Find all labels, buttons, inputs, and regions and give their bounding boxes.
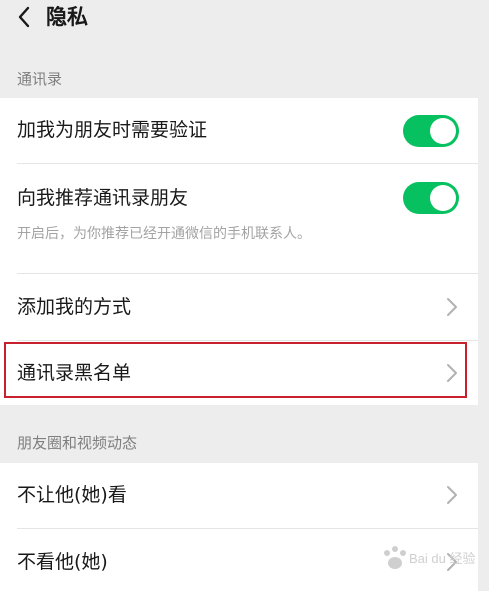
setting-label-blacklist: 通讯录黑名单 bbox=[17, 362, 132, 384]
recommend-toggle[interactable] bbox=[403, 182, 459, 214]
section-header-moments: 朋友圈和视频动态 bbox=[17, 434, 138, 452]
chevron-right-icon bbox=[447, 298, 457, 316]
setting-label-recommend: 向我推荐通讯录朋友 bbox=[17, 187, 189, 209]
chevron-right-icon bbox=[447, 486, 457, 504]
back-button[interactable] bbox=[12, 4, 36, 30]
setting-description-recommend: 开启后，为你推荐已经开通微信的手机联系人。 bbox=[17, 226, 311, 242]
nav-bar: 隐私 bbox=[0, 0, 489, 40]
toggle-knob bbox=[430, 118, 456, 144]
verify-toggle[interactable] bbox=[403, 115, 459, 147]
setting-row-blacklist[interactable]: 通讯录黑名单 bbox=[0, 341, 478, 405]
contacts-group: 加我为朋友时需要验证 向我推荐通讯录朋友 开启后，为你推荐已经开通微信的手机联系… bbox=[0, 98, 478, 405]
setting-label-verify: 加我为朋友时需要验证 bbox=[17, 119, 208, 141]
baidu-watermark-logo: Bai du 经验 bbox=[384, 546, 475, 569]
setting-label-dont-see: 不看他(她) bbox=[17, 551, 108, 573]
setting-row-recommend[interactable]: 向我推荐通讯录朋友 开启后，为你推荐已经开通微信的手机联系人。 bbox=[0, 164, 478, 273]
setting-row-hide-from[interactable]: 不让他(她)看 bbox=[0, 463, 478, 528]
setting-label-add-methods: 添加我的方式 bbox=[17, 296, 132, 318]
chevron-right-icon bbox=[447, 364, 457, 382]
section-header-contacts: 通讯录 bbox=[17, 70, 63, 88]
setting-label-hide-from: 不让他(她)看 bbox=[17, 484, 127, 506]
right-edge-strip bbox=[478, 0, 489, 591]
watermark-text: Bai du 经验 bbox=[409, 551, 475, 566]
page-title: 隐私 bbox=[46, 5, 88, 29]
toggle-knob bbox=[430, 185, 456, 211]
chevron-left-icon bbox=[18, 6, 30, 28]
setting-row-add-methods[interactable]: 添加我的方式 bbox=[0, 274, 478, 340]
setting-row-verify[interactable]: 加我为朋友时需要验证 bbox=[0, 98, 478, 163]
